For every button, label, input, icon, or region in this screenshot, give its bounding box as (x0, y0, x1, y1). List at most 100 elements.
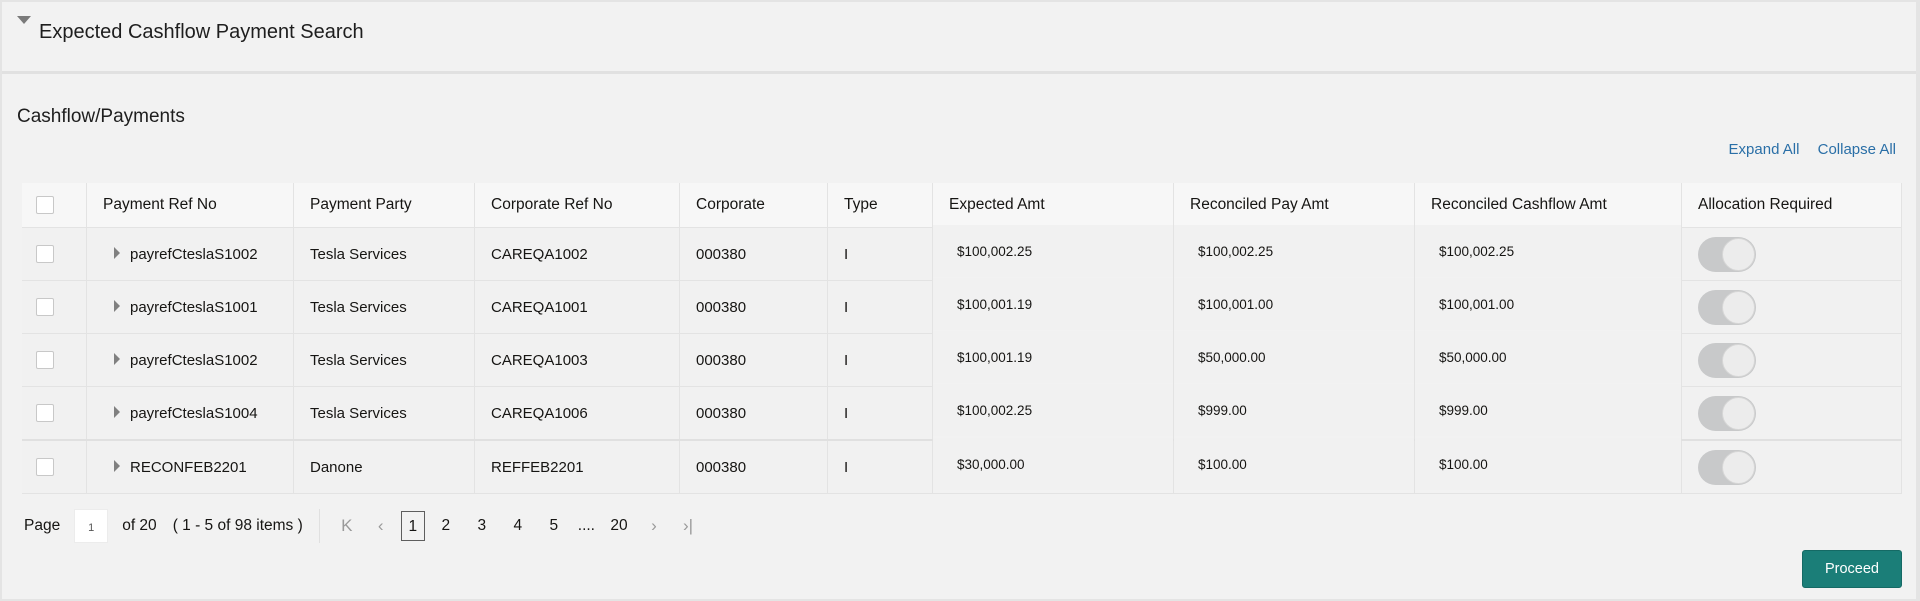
cell-payment-ref-no: payrefCteslaS1004 (86, 386, 294, 441)
expand-collapse-links: Expand All Collapse All (1715, 141, 1896, 158)
cell-corporate-ref-no: CAREQA1002 (474, 227, 680, 281)
caret-down-icon[interactable] (17, 16, 31, 24)
page-button-5[interactable]: 5 (539, 511, 569, 541)
page-button-3[interactable]: 3 (467, 511, 497, 541)
section-title: Cashflow/Payments (17, 106, 185, 127)
page-ellipsis: .... (577, 517, 595, 534)
cell-corporate: 000380 (679, 439, 828, 494)
expand-row-icon[interactable] (114, 352, 120, 365)
page-button-1[interactable]: 1 (400, 511, 425, 541)
allocation-required-toggle[interactable] (1698, 342, 1756, 378)
cell-type: I (827, 386, 933, 441)
expand-row-icon[interactable] (114, 459, 120, 472)
cell-allocation-required (1681, 227, 1902, 281)
page-numbers: 12345 (398, 511, 572, 541)
cell-reconciled-cashflow-amt: $100,002.25 (1414, 224, 1682, 278)
cell-type: I (827, 439, 933, 494)
cell-expected-amt: $100,002.25 (932, 224, 1174, 278)
items-range-label: ( 1 - 5 of 98 items ) (172, 517, 303, 534)
toggle-knob (1722, 450, 1755, 484)
cell-corporate: 000380 (679, 227, 828, 281)
row-checkbox[interactable] (36, 245, 54, 264)
column-header-expected-amt[interactable]: Expected Amt (932, 183, 1174, 228)
row-checkbox[interactable] (36, 458, 54, 477)
cashflow-payments-table: Payment Ref No Payment Party Corporate R… (22, 183, 1902, 494)
expand-row-icon[interactable] (114, 246, 120, 259)
column-header-payment-party[interactable]: Payment Party (293, 183, 475, 228)
cell-payment-ref-no: payrefCteslaS1002 (86, 227, 294, 281)
column-header-payment-ref-no[interactable]: Payment Ref No (86, 183, 294, 228)
cell-reconciled-pay-amt: $100,001.00 (1173, 277, 1415, 331)
page-number-input[interactable]: 1 (74, 509, 109, 543)
prev-page-icon[interactable]: ‹ (364, 516, 398, 536)
last-page-icon[interactable]: ›| (671, 516, 705, 536)
column-header-reconciled-pay-amt[interactable]: Reconciled Pay Amt (1173, 183, 1415, 228)
first-page-icon[interactable]: K (330, 516, 364, 536)
allocation-required-toggle[interactable] (1698, 449, 1756, 485)
select-all-checkbox[interactable] (36, 195, 54, 214)
cell-corporate-ref-no: REFFEB2201 (474, 439, 680, 494)
table-row[interactable]: RECONFEB2201 Danone REFFEB2201 000380 I $30,0… (22, 436, 1902, 494)
table-row[interactable]: payrefCteslaS1004 Tesla Services CAREQA100… (22, 383, 1902, 441)
search-panel-header[interactable]: Expected Cashflow Payment Search (2, 2, 1916, 74)
search-panel-title: Expected Cashflow Payment Search (39, 21, 364, 43)
proceed-button[interactable]: Proceed (1802, 550, 1902, 588)
cell-reconciled-pay-amt: $100,002.25 (1173, 224, 1415, 278)
cell-allocation-required (1681, 439, 1902, 494)
payment-ref-no-text: RECONFEB2201 (130, 458, 247, 476)
page-label: Page (24, 517, 61, 534)
column-header-reconciled-cashflow-amt[interactable]: Reconciled Cashflow Amt (1414, 183, 1682, 228)
table-header-row: Payment Ref No Payment Party Corporate R… (22, 183, 1902, 228)
page-button-2[interactable]: 2 (431, 511, 461, 541)
expand-all-link[interactable]: Expand All (1729, 141, 1800, 158)
table-row[interactable]: payrefCteslaS1002 Tesla Services CAREQA100… (22, 224, 1902, 281)
allocation-required-toggle[interactable] (1698, 236, 1756, 272)
row-checkbox[interactable] (36, 404, 54, 423)
row-select-cell (22, 280, 87, 334)
column-header-allocation-required[interactable]: Allocation Required (1681, 183, 1902, 228)
page-button-4[interactable]: 4 (503, 511, 533, 541)
cell-corporate: 000380 (679, 280, 828, 334)
cell-reconciled-pay-amt: $50,000.00 (1173, 330, 1415, 384)
cell-corporate: 000380 (679, 333, 828, 387)
cell-type: I (827, 333, 933, 387)
cell-expected-amt: $100,002.25 (932, 383, 1174, 438)
cell-payment-party: Tesla Services (293, 280, 475, 334)
payment-ref-no-text: payrefCteslaS1001 (130, 298, 258, 316)
cell-corporate-ref-no: CAREQA1006 (474, 386, 680, 441)
cell-allocation-required (1681, 280, 1902, 334)
pagination-divider (318, 509, 320, 543)
cell-expected-amt: $100,001.19 (932, 277, 1174, 331)
cell-corporate: 000380 (679, 386, 828, 441)
row-select-cell (22, 227, 87, 281)
column-header-corporate-ref-no[interactable]: Corporate Ref No (474, 183, 680, 228)
allocation-required-toggle[interactable] (1698, 395, 1756, 431)
column-header-type[interactable]: Type (827, 183, 933, 228)
cell-payment-party: Danone (293, 439, 475, 494)
expand-row-icon[interactable] (114, 405, 120, 418)
cell-expected-amt: $100,001.19 (932, 330, 1174, 384)
cell-corporate-ref-no: CAREQA1001 (474, 280, 680, 334)
collapse-all-link[interactable]: Collapse All (1818, 141, 1896, 158)
next-page-icon[interactable]: › (637, 516, 671, 536)
select-all-cell (22, 183, 87, 228)
cell-corporate-ref-no: CAREQA1003 (474, 333, 680, 387)
page-button-last[interactable]: 20 (604, 511, 634, 541)
row-checkbox[interactable] (36, 351, 54, 370)
allocation-required-toggle[interactable] (1698, 289, 1756, 325)
table-row[interactable]: payrefCteslaS1002 Tesla Services CAREQA100… (22, 330, 1902, 387)
toggle-knob (1722, 237, 1755, 271)
cell-allocation-required (1681, 386, 1902, 441)
expand-row-icon[interactable] (114, 299, 120, 312)
page-count-label: of 20 (122, 517, 157, 534)
cell-reconciled-cashflow-amt: $50,000.00 (1414, 330, 1682, 384)
cell-payment-party: Tesla Services (293, 386, 475, 441)
table-row[interactable]: payrefCteslaS1001 Tesla Services CAREQA100… (22, 277, 1902, 334)
cell-payment-ref-no: RECONFEB2201 (86, 439, 294, 494)
cell-reconciled-cashflow-amt: $100.00 (1414, 436, 1682, 491)
row-checkbox[interactable] (36, 298, 54, 317)
toggle-knob (1722, 290, 1755, 324)
column-header-corporate[interactable]: Corporate (679, 183, 828, 228)
cell-reconciled-cashflow-amt: $999.00 (1414, 383, 1682, 438)
payment-ref-no-text: payrefCteslaS1002 (130, 245, 258, 263)
